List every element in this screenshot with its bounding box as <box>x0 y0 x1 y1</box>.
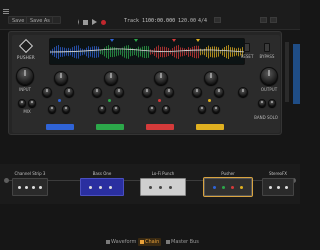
high-release-knob[interactable] <box>212 105 220 113</box>
stop-icon[interactable] <box>83 19 88 25</box>
play-icon[interactable] <box>92 19 97 25</box>
transport-controls <box>78 17 106 27</box>
plugin-name: PUSHER <box>17 55 35 60</box>
browser-icon[interactable] <box>270 17 277 23</box>
tab-waveform-label: Waveform <box>111 239 137 245</box>
transport-bar: Save Save As Track 11 00:00.000 120.00 4… <box>0 0 300 30</box>
menu-icon[interactable] <box>3 9 9 15</box>
low-attack-knob[interactable] <box>48 105 56 113</box>
low-freq-knob[interactable] <box>42 87 52 97</box>
eq-graph <box>50 39 244 59</box>
solo-knob-b[interactable] <box>268 99 276 107</box>
low-gain-knob[interactable] <box>54 71 68 85</box>
plugin-window: PUSHER INPUT OUTPUT RESET BYPASS MIX BAN… <box>8 31 282 135</box>
plugin-logo: PUSHER <box>17 38 35 60</box>
slot-label: Lo-Fi Punch <box>151 171 175 176</box>
record-icon[interactable] <box>101 19 106 25</box>
himid-gain-knob[interactable] <box>154 71 168 85</box>
himid-q-knob[interactable] <box>164 87 174 97</box>
mixer-icon[interactable] <box>260 17 267 23</box>
band-button-lomid[interactable] <box>96 124 124 130</box>
mix-knob-a[interactable] <box>18 99 26 107</box>
band-button-low[interactable] <box>46 124 74 130</box>
time-signature[interactable]: 4/4 <box>198 17 207 25</box>
lomid-freq-knob[interactable] <box>92 87 102 97</box>
save-as-button[interactable]: Save As <box>26 16 54 24</box>
reset-label: RESET <box>240 54 254 59</box>
slot-thumbnail[interactable] <box>140 178 186 196</box>
band-marker-low[interactable] <box>110 39 114 42</box>
slot-label: Bass One <box>92 171 112 176</box>
mix-knob-b[interactable] <box>28 99 36 107</box>
reset-switch[interactable] <box>244 43 250 52</box>
side-panel-tab[interactable] <box>293 44 300 104</box>
waveform-icon <box>106 239 110 244</box>
master-knob[interactable] <box>238 87 248 97</box>
tab-chain[interactable]: Chain <box>138 238 162 246</box>
rewind-icon[interactable] <box>78 19 79 25</box>
bypass-label: BYPASS <box>259 54 275 59</box>
settings-icon[interactable] <box>52 16 61 24</box>
chain-input-dot[interactable] <box>4 178 9 183</box>
track-name[interactable]: Track 11 <box>124 17 148 25</box>
plugin-scrollbar[interactable] <box>285 42 289 102</box>
lomid-gain-knob[interactable] <box>104 71 118 85</box>
plugin-body: PUSHER INPUT OUTPUT RESET BYPASS MIX BAN… <box>12 35 280 133</box>
slot-label: Channel Strip 3 <box>14 171 46 176</box>
time-readout: 00:00.000 <box>148 18 176 24</box>
band-button-himid[interactable] <box>146 124 174 130</box>
low-led <box>58 99 61 102</box>
output-label: OUTPUT <box>260 87 278 92</box>
master-bus-icon <box>166 239 170 244</box>
high-attack-knob[interactable] <box>198 105 206 113</box>
logo-badge-icon <box>18 38 34 54</box>
output-knob[interactable] <box>260 67 278 85</box>
tab-chain-label: Chain <box>145 239 160 245</box>
solo-knob-a[interactable] <box>258 99 266 107</box>
band-marker-lomid[interactable] <box>134 39 138 42</box>
band-marker-himid[interactable] <box>172 39 176 42</box>
lomid-led <box>108 99 111 102</box>
high-freq-knob[interactable] <box>192 87 202 97</box>
mix-label: MIX <box>23 109 31 114</box>
chain-icon <box>140 239 144 244</box>
high-q-knob[interactable] <box>214 87 224 97</box>
himid-freq-knob[interactable] <box>142 87 152 97</box>
himid-attack-knob[interactable] <box>148 105 156 113</box>
slot-thumbnail[interactable] <box>80 178 124 196</box>
tab-master-bus-label: Master Bus <box>171 239 199 245</box>
slot-thumbnail[interactable] <box>203 177 253 197</box>
slot-thumbnail[interactable] <box>12 178 48 196</box>
tab-master-bus[interactable]: Master Bus <box>164 238 201 246</box>
lomid-q-knob[interactable] <box>114 87 124 97</box>
low-release-knob[interactable] <box>62 105 70 113</box>
bypass-switch[interactable] <box>264 43 270 52</box>
eq-display[interactable] <box>49 38 245 65</box>
himid-release-knob[interactable] <box>162 105 170 113</box>
eq-curve <box>50 48 244 53</box>
metronome-icon[interactable] <box>214 17 221 23</box>
bottom-tabs: Waveform Chain Master Bus <box>0 235 300 250</box>
lomid-attack-knob[interactable] <box>98 105 106 113</box>
low-q-knob[interactable] <box>64 87 74 97</box>
band-marker-high[interactable] <box>196 39 200 42</box>
lomid-release-knob[interactable] <box>112 105 120 113</box>
high-led <box>208 99 211 102</box>
slot-label: StereoFX <box>268 171 288 176</box>
input-knob[interactable] <box>16 67 34 85</box>
tab-waveform[interactable]: Waveform <box>104 238 138 246</box>
himid-led <box>158 99 161 102</box>
slot-label: Pusher <box>221 171 235 176</box>
slot-thumbnail[interactable] <box>262 178 294 196</box>
high-gain-knob[interactable] <box>204 71 218 85</box>
band-button-high[interactable] <box>196 124 224 130</box>
tempo-readout[interactable]: 120.00 <box>178 17 196 25</box>
band-solo-label: BAND SOLO <box>254 115 278 120</box>
input-label: INPUT <box>19 87 31 92</box>
